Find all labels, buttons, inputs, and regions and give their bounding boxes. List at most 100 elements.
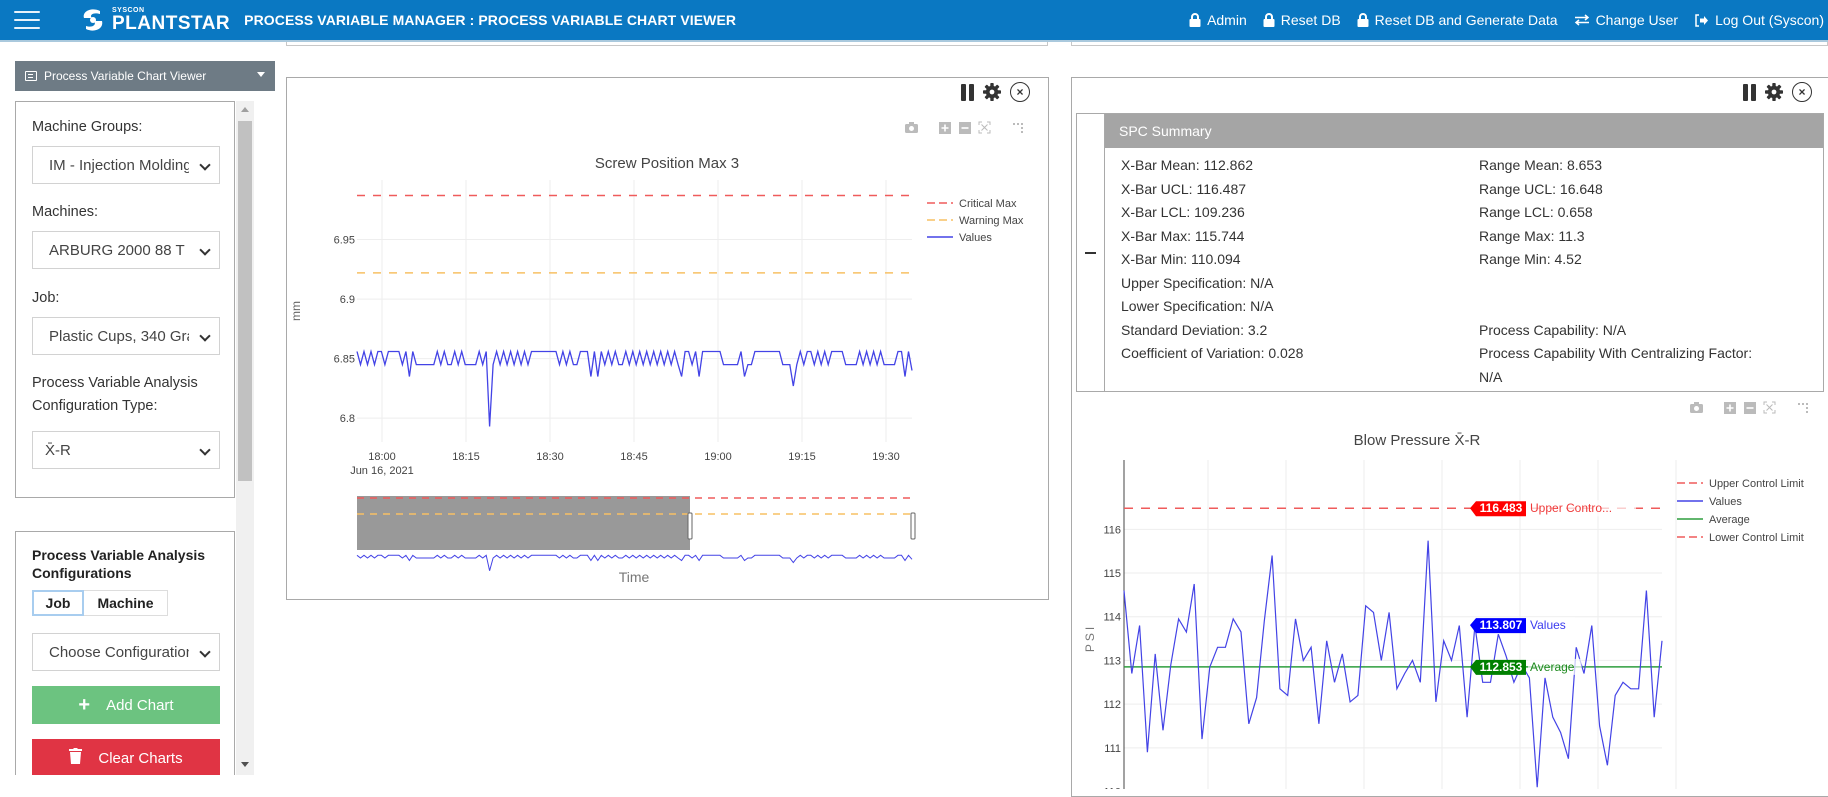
spc-stat: Coefficient of Variation: 0.028	[1121, 345, 1304, 361]
clear-charts-label: Clear Charts	[98, 749, 183, 767]
nav-reset-generate-link[interactable]: Reset DB and Generate Data	[1357, 12, 1558, 28]
y-tick-label: 6.8	[340, 413, 355, 425]
y-tick-label: 114	[1103, 612, 1121, 624]
choose-configuration-select[interactable]: Choose Configuration	[32, 633, 220, 671]
spc-stat: Range Min: 4.52	[1479, 251, 1582, 267]
hamburger-menu-icon[interactable]	[14, 11, 40, 29]
legend-label-values: Values	[1709, 496, 1742, 508]
x-tick-label: 18:45	[620, 451, 648, 463]
configurations-title: Process Variable Analysis Configurations	[32, 546, 205, 582]
zoom-in-icon[interactable]	[1723, 401, 1736, 414]
plantstar-logo[interactable]: SYSCON PLANTSTAR	[78, 7, 230, 33]
scroll-down-arrow-icon[interactable]	[241, 762, 249, 767]
range-slider-mask	[357, 496, 690, 550]
y-tick-label: 115	[1103, 568, 1121, 580]
job-label: Job:	[32, 290, 60, 306]
add-chart-label: Add Chart	[106, 696, 174, 714]
spc-right-column: Range Mean: 8.653 Range UCL: 16.648 Range …	[1479, 154, 1752, 389]
y-tick-label: 6.85	[334, 354, 355, 366]
y-tick-label: 111	[1104, 743, 1121, 755]
trash-icon	[69, 747, 83, 770]
chart-title: Screw Position Max 3	[595, 155, 739, 172]
gear-icon[interactable]	[982, 82, 1002, 102]
range-slider-handle-left	[687, 512, 693, 540]
machines-label: Machines:	[32, 204, 99, 220]
plotly-logo-icon[interactable]	[1011, 121, 1024, 134]
autoscale-icon[interactable]	[1763, 401, 1776, 414]
machine-groups-value: IM - Injection Molding	[49, 156, 189, 174]
pause-icon[interactable]	[1743, 83, 1756, 101]
config-scope-toggle: Job Machine	[32, 590, 168, 616]
nav-admin-link[interactable]: Admin	[1189, 12, 1247, 28]
gear-icon[interactable]	[1764, 82, 1784, 102]
close-circle-icon[interactable]: ×	[1792, 82, 1812, 102]
nav-change-user-label: Change User	[1595, 12, 1679, 28]
list-icon	[25, 71, 37, 81]
chart-panel-2-controls: ×	[1743, 82, 1812, 102]
exchange-icon	[1574, 14, 1590, 26]
lock-icon	[1189, 13, 1201, 27]
job-select[interactable]: Plastic Cups, 340 Grams	[32, 317, 220, 355]
sidebar-scrollbar[interactable]	[236, 101, 254, 775]
sidebar-scroll-area: Machine Groups: IM - Injection Molding M…	[15, 101, 255, 775]
toggle-job-button[interactable]: Job	[32, 590, 84, 616]
sidebar-view-selector[interactable]: Process Variable Chart Viewer	[15, 61, 275, 91]
spc-stat: Standard Deviation: 3.2	[1121, 321, 1268, 338]
scrollbar-thumb[interactable]	[238, 121, 252, 481]
spc-stat	[1479, 272, 1752, 296]
machine-groups-select[interactable]: IM - Injection Molding	[32, 146, 220, 184]
filter-panel: Machine Groups: IM - Injection Molding M…	[15, 101, 235, 498]
range-slider-handle-right	[910, 512, 916, 540]
spc-summary-title: SPC Summary	[1105, 114, 1823, 148]
machines-select[interactable]: ARBURG 2000 88 T	[32, 231, 220, 269]
camera-icon[interactable]	[1690, 401, 1703, 414]
machine-groups-label: Machine Groups:	[32, 119, 143, 135]
close-circle-icon[interactable]: ×	[1010, 82, 1030, 102]
spc-stat: N/A	[1479, 368, 1503, 385]
plotly-logo-icon[interactable]	[1796, 401, 1809, 414]
average-hover-value: 112.853	[1480, 660, 1523, 674]
y-tick-label: 112	[1103, 699, 1121, 711]
legend-label-warning: Warning Max	[959, 215, 1024, 227]
toggle-machine-button[interactable]: Machine	[84, 590, 168, 616]
spc-stat: Upper Specification: N/A	[1121, 274, 1274, 291]
chart-title: Blow Pressure X̄-R	[1354, 432, 1481, 449]
configurations-title-line1: Process Variable Analysis	[32, 547, 206, 563]
sign-out-icon	[1694, 13, 1709, 27]
tab-strip-left	[286, 42, 1048, 46]
camera-icon[interactable]	[905, 121, 918, 134]
pause-icon[interactable]	[961, 83, 974, 101]
config-type-select[interactable]: X̄-R	[32, 431, 220, 469]
nav-change-user-link[interactable]: Change User	[1574, 12, 1679, 28]
spc-stat: Range UCL: 16.648	[1479, 180, 1603, 197]
chevron-down-icon	[199, 444, 211, 456]
y-tick-label: 6.9	[340, 294, 355, 306]
legend-label-lower-control-limit: Lower Control Limit	[1709, 532, 1804, 544]
legend-label-values: Values	[959, 232, 992, 244]
spc-stat: Range Max: 11.3	[1479, 227, 1585, 244]
collapse-minus-icon[interactable]	[1085, 252, 1096, 254]
x-tick-label: 19:00	[704, 451, 732, 463]
spc-stat: X-Bar Min: 110.094	[1121, 251, 1241, 267]
zoom-in-icon[interactable]	[938, 121, 951, 134]
nav-logout-link[interactable]: Log Out (Syscon)	[1694, 12, 1824, 28]
chevron-down-icon	[199, 330, 211, 342]
clear-charts-button[interactable]: Clear Charts	[32, 739, 220, 775]
x-tick-label: 18:00	[368, 451, 396, 463]
lock-icon	[1357, 13, 1369, 27]
autoscale-icon[interactable]	[978, 121, 991, 134]
spc-stat: X-Bar LCL: 109.236	[1121, 204, 1245, 220]
chevron-down-icon	[199, 159, 211, 171]
scroll-up-arrow-icon[interactable]	[241, 107, 249, 112]
spc-stat	[1479, 295, 1752, 319]
spc-stat: Range Mean: 8.653	[1479, 157, 1602, 173]
zoom-out-icon[interactable]	[958, 121, 971, 134]
add-chart-button[interactable]: + Add Chart	[32, 686, 220, 724]
values-hover-value: 113.807	[1480, 618, 1523, 632]
chevron-down-icon	[199, 244, 211, 256]
zoom-out-icon[interactable]	[1743, 401, 1756, 414]
spc-stat: Process Capability With Centralizing Fac…	[1479, 345, 1753, 361]
nav-reset-db-link[interactable]: Reset DB	[1263, 12, 1341, 28]
nav-logout-label: Log Out (Syscon)	[1715, 12, 1824, 28]
logo-mark-icon	[83, 9, 103, 31]
